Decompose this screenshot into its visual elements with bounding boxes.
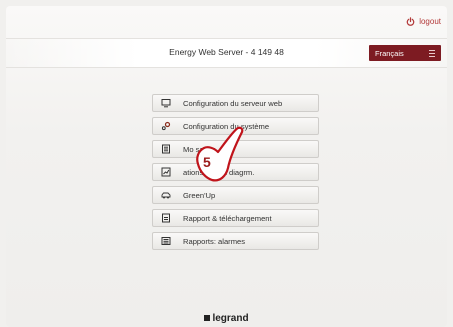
chart-icon (161, 167, 171, 177)
menu-item-label: Rapports: alarmes (183, 236, 246, 246)
monitor-icon (161, 98, 171, 108)
menu-item-alarm-reports[interactable]: Rapports: alarmes (152, 232, 319, 250)
language-select[interactable]: Français (369, 45, 441, 61)
legrand-logo: legrand (6, 313, 447, 324)
gears-icon (161, 121, 171, 131)
header-bar: Energy Web Server - 4 149 48 Français (6, 38, 447, 68)
list-icon (161, 144, 171, 154)
language-label: Français (375, 49, 404, 58)
menu-item-info-diagrams[interactable]: ations: info & diagrm. (152, 163, 319, 181)
logout-link[interactable]: logout (406, 17, 441, 26)
step-number-badge: 5 (203, 154, 211, 170)
car-icon (161, 190, 171, 200)
menu-item-label: Configuration du serveur web (183, 98, 283, 108)
top-bar: logout (6, 6, 447, 34)
logout-label[interactable]: logout (419, 17, 441, 26)
logo-square-icon (204, 315, 211, 321)
power-icon (406, 17, 415, 26)
menu-item-green-up[interactable]: Green'Up (152, 186, 319, 204)
alarm-report-icon (161, 236, 171, 246)
menu-item-label: Green'Up (183, 190, 216, 200)
report-icon (161, 213, 171, 223)
main-menu: Configuration du serveur web Configurati… (152, 94, 319, 255)
page: logout Energy Web Server - 4 149 48 Fran… (6, 6, 447, 327)
menu-icon (429, 50, 435, 59)
menu-item-report-download[interactable]: Rapport & téléchargement (152, 209, 319, 227)
menu-item-label: Configuration du système (183, 121, 270, 131)
menu-item-label: Mo sation (183, 144, 216, 154)
brand-name: legrand (212, 313, 249, 324)
menu-item-web-server-config[interactable]: Configuration du serveur web (152, 94, 319, 112)
menu-item-system-config[interactable]: Configuration du système (152, 117, 319, 135)
menu-item-label: Rapport & téléchargement (183, 213, 272, 223)
menu-item-label: ations: info & diagrm. (183, 167, 255, 177)
menu-item-monitoring[interactable]: Mo sation (152, 140, 319, 158)
